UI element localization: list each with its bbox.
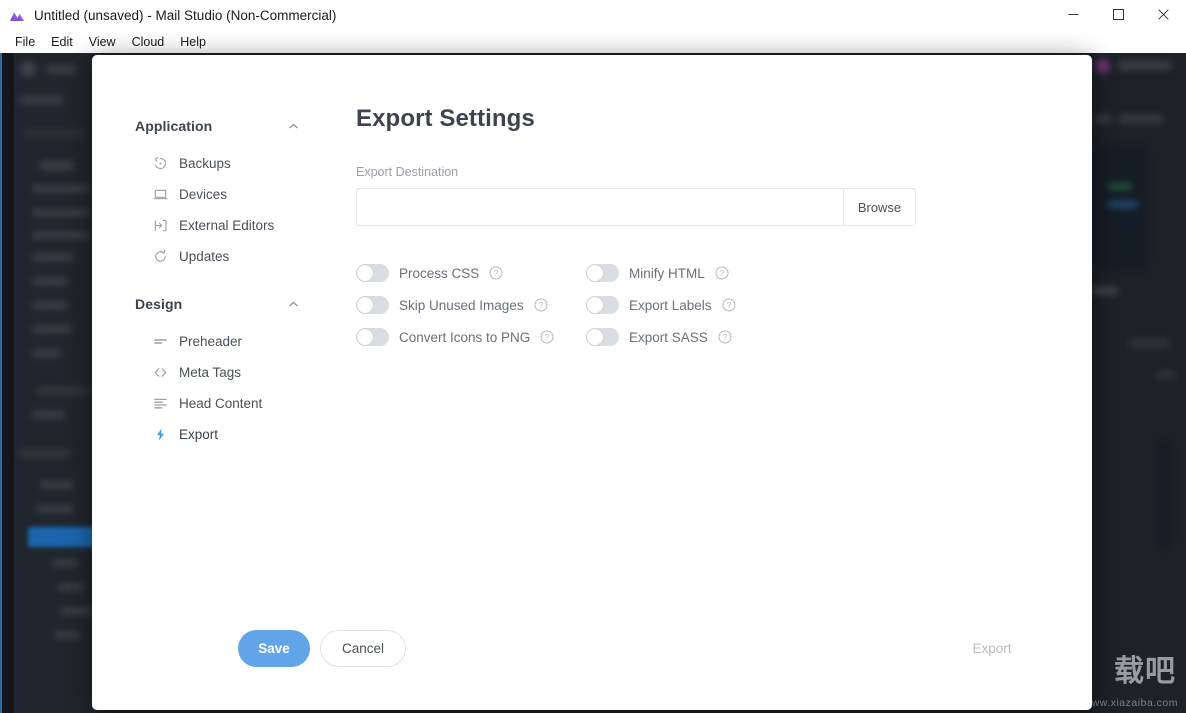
- option-export-labels: Export Labels ?: [586, 294, 816, 316]
- export-sass-label: Export SASS: [629, 329, 708, 345]
- process-css-label: Process CSS: [399, 265, 480, 281]
- chevron-up-icon[interactable]: [287, 120, 300, 133]
- save-button[interactable]: Save: [238, 630, 310, 667]
- maximize-button[interactable]: [1096, 0, 1141, 31]
- export-options-grid: Process CSS ? Minify HTML ? Skip Unused …: [356, 262, 1032, 348]
- minify-html-toggle[interactable]: [586, 264, 619, 282]
- minimize-button[interactable]: [1051, 0, 1096, 31]
- minify-html-label: Minify HTML: [629, 265, 705, 281]
- export-labels-label: Export Labels: [629, 297, 712, 313]
- minimize-icon: [1068, 7, 1079, 25]
- maximize-icon: [1113, 7, 1124, 25]
- lightning-bolt-icon: [152, 426, 169, 443]
- cancel-button[interactable]: Cancel: [320, 630, 406, 667]
- process-css-toggle[interactable]: [356, 264, 389, 282]
- list-lines-icon: [152, 395, 169, 412]
- nav-group-design-title: Design: [135, 296, 183, 312]
- menu-item-cloud[interactable]: Cloud: [124, 33, 173, 51]
- nav-group-application[interactable]: Application: [92, 112, 342, 140]
- browse-button[interactable]: Browse: [843, 189, 915, 225]
- menu-item-file[interactable]: File: [7, 33, 43, 51]
- nav-group-spacer: [92, 272, 342, 290]
- option-minify-html: Minify HTML ?: [586, 262, 816, 284]
- option-skip-unused-images: Skip Unused Images ?: [356, 294, 586, 316]
- svg-text:?: ?: [726, 301, 731, 310]
- sidebar-item-devices-label: Devices: [179, 187, 228, 202]
- arrow-into-box-icon: [152, 217, 169, 234]
- preferences-dialog: Application Backups Devices External Edi…: [92, 55, 1092, 710]
- page-title: Export Settings: [356, 105, 535, 132]
- close-button[interactable]: [1141, 0, 1186, 31]
- text-lines-icon: [152, 333, 169, 350]
- nav-group-application-title: Application: [135, 118, 213, 134]
- chevron-up-icon[interactable]: [287, 298, 300, 311]
- sidebar-item-export-label: Export: [179, 427, 219, 442]
- export-destination-input[interactable]: [357, 189, 843, 225]
- export-destination-label: Export Destination: [356, 165, 459, 179]
- help-icon[interactable]: ?: [718, 330, 732, 344]
- help-icon[interactable]: ?: [540, 330, 554, 344]
- sidebar-item-preheader[interactable]: Preheader: [92, 326, 342, 357]
- window-title: Untitled (unsaved) - Mail Studio (Non-Co…: [34, 8, 337, 23]
- title-bar: Untitled (unsaved) - Mail Studio (Non-Co…: [0, 0, 1186, 31]
- svg-text:?: ?: [494, 269, 499, 278]
- sidebar-item-updates[interactable]: Updates: [92, 241, 342, 272]
- help-icon[interactable]: ?: [489, 266, 503, 280]
- export-settings-panel: Export Settings Export Destination Brows…: [342, 55, 1092, 710]
- sidebar-item-backups[interactable]: Backups: [92, 148, 342, 179]
- export-sass-toggle[interactable]: [586, 328, 619, 346]
- menu-item-help[interactable]: Help: [172, 33, 214, 51]
- backdrop-sidebar: [14, 53, 100, 713]
- sidebar-item-meta-tags-label: Meta Tags: [179, 365, 242, 380]
- preferences-sidebar: Application Backups Devices External Edi…: [92, 55, 342, 710]
- option-export-sass: Export SASS ?: [586, 326, 816, 348]
- skip-unused-images-label: Skip Unused Images: [399, 297, 524, 313]
- help-icon[interactable]: ?: [534, 298, 548, 312]
- export-button[interactable]: Export: [952, 630, 1032, 667]
- sidebar-item-devices[interactable]: Devices: [92, 179, 342, 210]
- mail-studio-logo-icon: [8, 7, 26, 25]
- restore-icon: [152, 155, 169, 172]
- option-convert-icons-to-png: Convert Icons to PNG ?: [356, 326, 586, 348]
- help-icon[interactable]: ?: [715, 266, 729, 280]
- svg-text:?: ?: [723, 333, 728, 342]
- backdrop-canvas: [1086, 53, 1186, 713]
- menu-item-edit[interactable]: Edit: [43, 33, 81, 51]
- sidebar-item-meta-tags[interactable]: Meta Tags: [92, 357, 342, 388]
- close-icon: [1158, 7, 1169, 25]
- dialog-footer-right: Export: [952, 630, 1032, 667]
- sidebar-item-preheader-label: Preheader: [179, 334, 243, 349]
- skip-unused-images-toggle[interactable]: [356, 296, 389, 314]
- sidebar-item-head-content[interactable]: Head Content: [92, 388, 342, 419]
- svg-text:?: ?: [538, 301, 543, 310]
- convert-icons-to-png-toggle[interactable]: [356, 328, 389, 346]
- sidebar-item-updates-label: Updates: [179, 249, 230, 264]
- sidebar-item-export[interactable]: Export: [92, 419, 342, 450]
- sidebar-item-head-content-label: Head Content: [179, 396, 263, 411]
- backdrop-left-rail: [0, 53, 14, 713]
- help-icon[interactable]: ?: [722, 298, 736, 312]
- sidebar-item-backups-label: Backups: [179, 156, 231, 171]
- export-destination-field-group: Browse: [356, 188, 916, 226]
- menu-item-view[interactable]: View: [81, 33, 124, 51]
- code-brackets-icon: [152, 364, 169, 381]
- sidebar-item-external-editors-label: External Editors: [179, 218, 275, 233]
- application-window: Untitled (unsaved) - Mail Studio (Non-Co…: [0, 0, 1186, 713]
- export-labels-toggle[interactable]: [586, 296, 619, 314]
- svg-text:?: ?: [720, 269, 725, 278]
- svg-text:?: ?: [545, 333, 550, 342]
- laptop-icon: [152, 186, 169, 203]
- sidebar-item-external-editors[interactable]: External Editors: [92, 210, 342, 241]
- refresh-icon: [152, 248, 169, 265]
- dialog-footer-left: Save Cancel: [238, 630, 406, 667]
- option-process-css: Process CSS ?: [356, 262, 586, 284]
- menu-bar: File Edit View Cloud Help: [0, 31, 1186, 53]
- convert-icons-to-png-label: Convert Icons to PNG: [399, 329, 531, 345]
- window-controls: [1051, 0, 1186, 31]
- nav-group-design[interactable]: Design: [92, 290, 342, 318]
